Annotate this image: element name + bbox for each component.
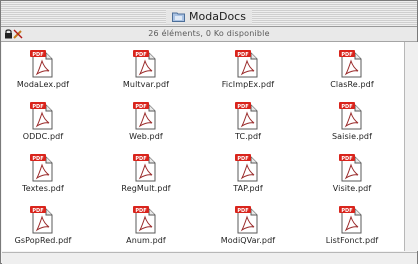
file-item[interactable]: RegMult.pdf <box>96 154 196 204</box>
file-item[interactable]: TC.pdf <box>198 102 298 152</box>
file-item[interactable]: ModaLex.pdf <box>0 50 93 100</box>
pdf-file-icon[interactable] <box>29 50 55 78</box>
finder-window: ModaDocs 26 éléments, 0 Ko disponible Mo… <box>0 0 418 264</box>
file-name: TC.pdf <box>234 132 262 141</box>
pdf-file-icon[interactable] <box>132 206 158 234</box>
info-bar: 26 éléments, 0 Ko disponible <box>1 27 417 42</box>
file-item[interactable]: ODDC.pdf <box>0 102 93 152</box>
file-name: RegMult.pdf <box>121 184 171 193</box>
file-name: GsPopRed.pdf <box>14 236 72 245</box>
pdf-file-icon[interactable] <box>29 206 55 234</box>
pdf-file-icon[interactable] <box>234 50 260 78</box>
file-grid: ModaLex.pdf Multvar.pdf FicImpEx.pdf ClasRe… <box>2 42 404 251</box>
pdf-file-icon[interactable] <box>338 50 364 78</box>
pdf-file-icon[interactable] <box>234 206 260 234</box>
file-name: Textes.pdf <box>22 184 64 193</box>
window-title: ModaDocs <box>189 10 246 23</box>
pdf-file-icon[interactable] <box>29 154 55 182</box>
file-item[interactable]: Anum.pdf <box>96 206 196 256</box>
file-name: TAP.pdf <box>233 184 263 193</box>
file-item[interactable]: ModiQVar.pdf <box>198 206 298 256</box>
file-name: ClasRe.pdf <box>330 80 374 89</box>
vertical-scrollbar[interactable] <box>404 42 418 251</box>
pdf-file-icon[interactable] <box>338 154 364 182</box>
file-item[interactable]: ClasRe.pdf <box>302 50 402 100</box>
folder-icon <box>172 12 186 22</box>
file-item[interactable]: FicImpEx.pdf <box>198 50 298 100</box>
items-info: 26 éléments, 0 Ko disponible <box>148 29 270 38</box>
pdf-file-icon[interactable] <box>338 206 364 234</box>
file-item[interactable]: Visite.pdf <box>302 154 402 204</box>
file-name: Web.pdf <box>129 132 163 141</box>
file-name: ModiQVar.pdf <box>220 236 276 245</box>
file-name: ModaLex.pdf <box>16 80 70 89</box>
pdf-file-icon[interactable] <box>132 50 158 78</box>
file-item[interactable]: Multvar.pdf <box>96 50 196 100</box>
file-name: Saisie.pdf <box>331 132 373 141</box>
pdf-file-icon[interactable] <box>29 102 55 130</box>
file-name: Multvar.pdf <box>122 80 170 89</box>
file-item[interactable]: Web.pdf <box>96 102 196 152</box>
pdf-file-icon[interactable] <box>234 154 260 182</box>
file-item[interactable]: GsPopRed.pdf <box>0 206 93 256</box>
file-item[interactable]: Textes.pdf <box>0 154 93 204</box>
file-name: Visite.pdf <box>332 184 372 193</box>
pdf-file-icon[interactable] <box>338 102 364 130</box>
pdf-file-icon[interactable] <box>132 154 158 182</box>
title-bar[interactable]: ModaDocs <box>1 1 417 27</box>
file-name: ODDC.pdf <box>22 132 64 141</box>
file-name: Anum.pdf <box>126 236 166 245</box>
pdf-file-icon[interactable] <box>132 102 158 130</box>
file-item[interactable]: ListFonct.pdf <box>302 206 402 256</box>
pdf-file-icon[interactable] <box>234 102 260 130</box>
file-name: ListFonct.pdf <box>325 236 379 245</box>
horizontal-scrollbar[interactable] <box>2 252 417 264</box>
file-item[interactable]: TAP.pdf <box>198 154 298 204</box>
file-name: FicImpEx.pdf <box>221 80 275 89</box>
file-item[interactable]: Saisie.pdf <box>302 102 402 152</box>
